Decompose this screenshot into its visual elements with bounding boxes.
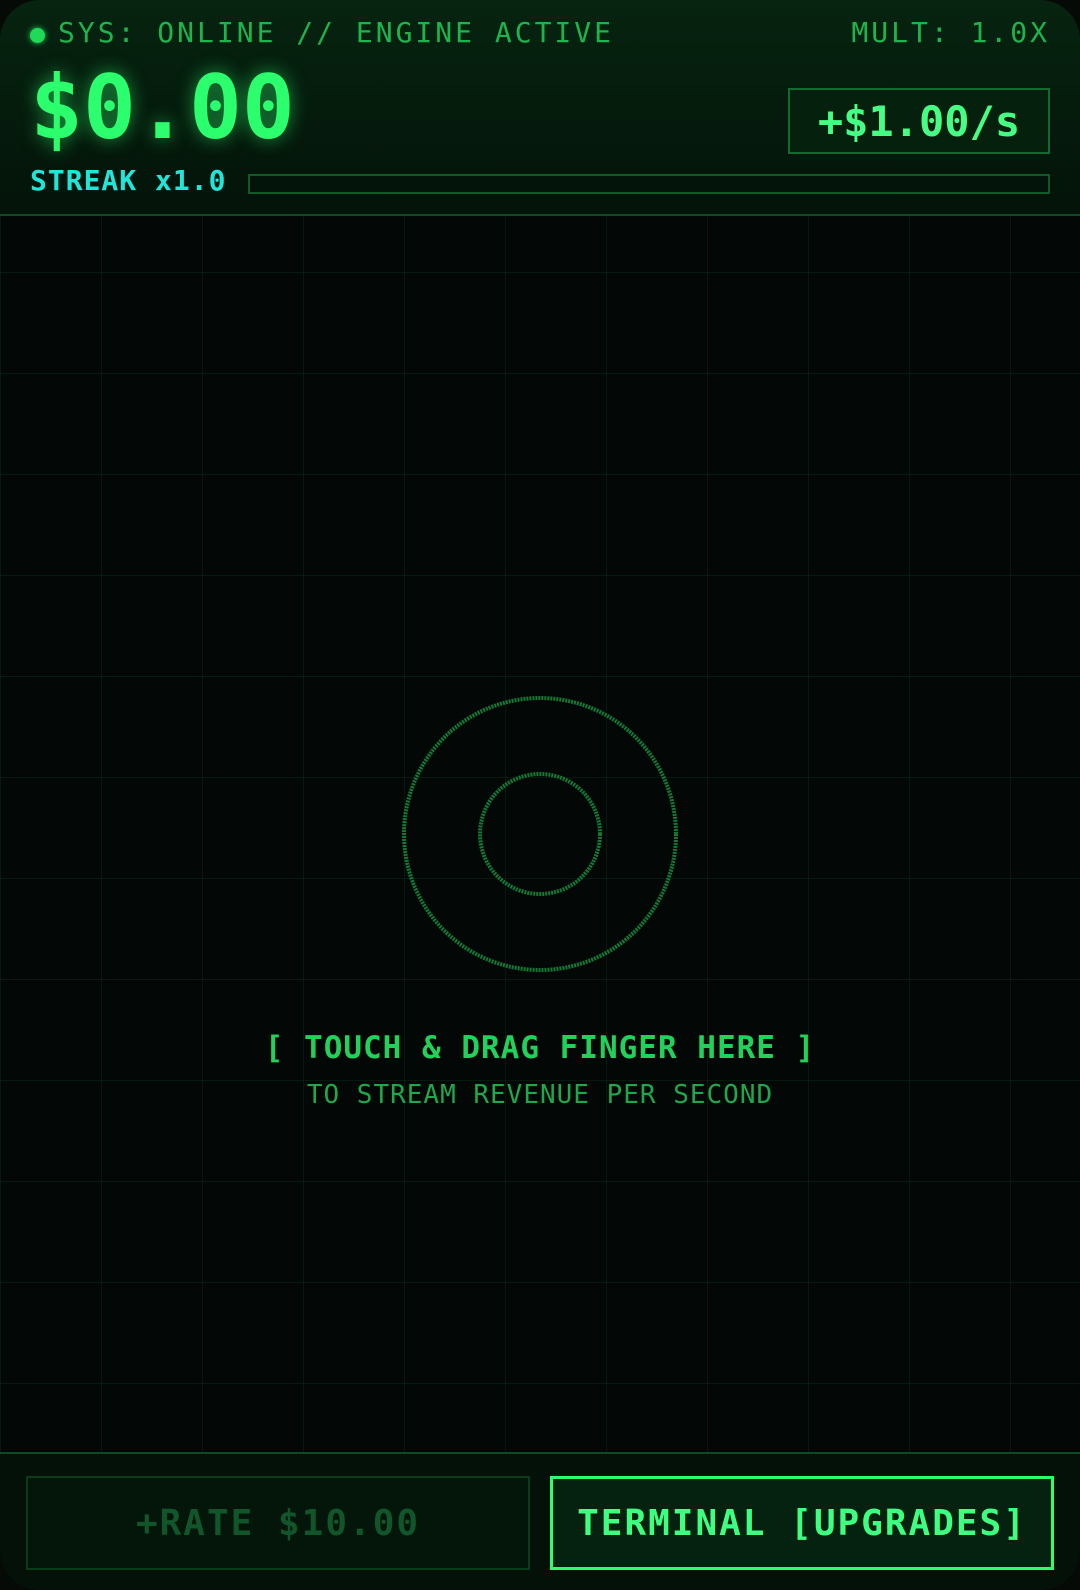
streak-progress-bar bbox=[248, 174, 1050, 194]
status-dot-icon bbox=[30, 28, 45, 43]
inner-ring bbox=[478, 772, 602, 896]
footer-bar: +RATE $10.00 TERMINAL [UPGRADES] bbox=[0, 1452, 1080, 1590]
rate-upgrade-label: +RATE $10.00 bbox=[135, 1502, 421, 1544]
game-screen: SYS: ONLINE // ENGINE ACTIVE MULT: 1.0X … bbox=[0, 0, 1080, 1590]
system-status: SYS: ONLINE // ENGINE ACTIVE bbox=[58, 16, 615, 49]
rate-upgrade-button[interactable]: +RATE $10.00 bbox=[26, 1476, 530, 1570]
rate-readout: +$1.00/s bbox=[817, 96, 1021, 146]
streak-label: STREAK x1.0 bbox=[30, 164, 227, 197]
status-row: SYS: ONLINE // ENGINE ACTIVE MULT: 1.0X bbox=[30, 16, 1050, 50]
terminal-upgrades-button[interactable]: TERMINAL [UPGRADES] bbox=[550, 1476, 1054, 1570]
target-rings-icon bbox=[402, 696, 678, 972]
touch-drag-area[interactable]: [ TOUCH & DRAG FINGER HERE ] TO STREAM R… bbox=[0, 216, 1080, 1452]
balance-display: $0.00 bbox=[30, 56, 295, 159]
terminal-upgrades-label: TERMINAL [UPGRADES] bbox=[577, 1502, 1027, 1544]
rate-badge: +$1.00/s bbox=[788, 88, 1050, 154]
multiplier-readout: MULT: 1.0X bbox=[851, 16, 1050, 49]
touch-prompt: [ TOUCH & DRAG FINGER HERE ] bbox=[264, 1030, 816, 1066]
header-panel: SYS: ONLINE // ENGINE ACTIVE MULT: 1.0X … bbox=[0, 0, 1080, 216]
touch-prompt-subtitle: TO STREAM REVENUE PER SECOND bbox=[306, 1080, 774, 1110]
outer-ring bbox=[402, 696, 678, 972]
